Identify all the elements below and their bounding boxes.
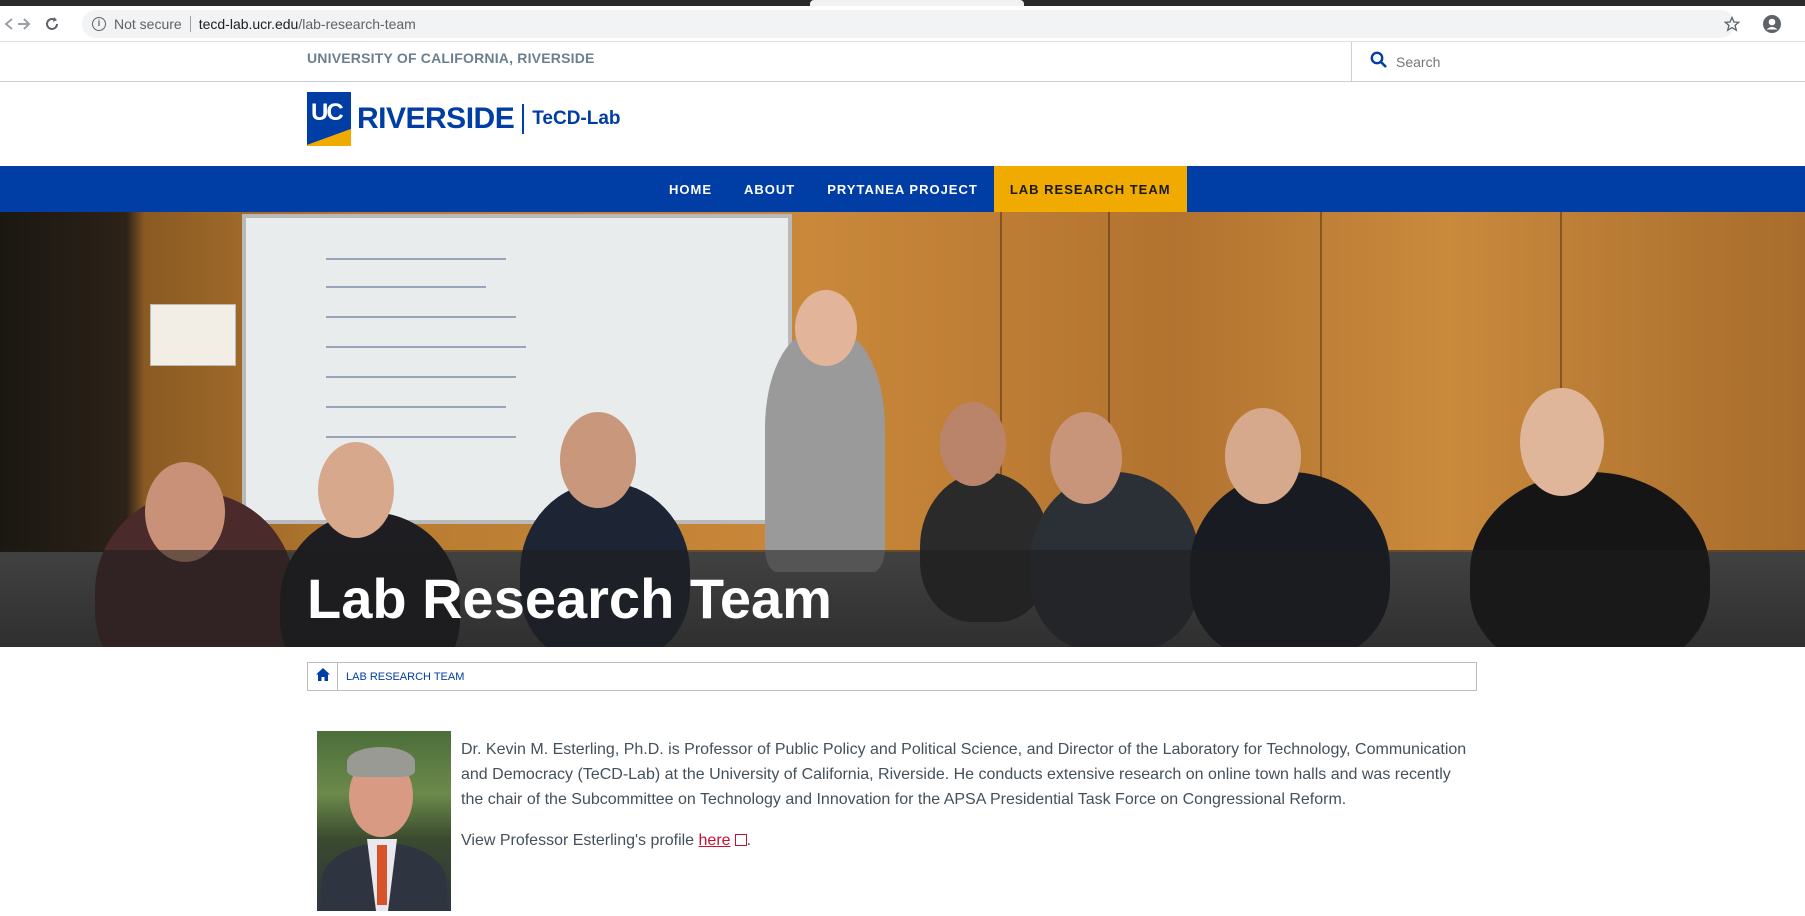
- nav-item-lab-research-team[interactable]: LAB RESEARCH TEAM: [993, 166, 1187, 212]
- hero-banner: Lab Research Team: [0, 212, 1805, 647]
- breadcrumb-current: LAB RESEARCH TEAM: [346, 670, 465, 683]
- uc-logo-mark: UC: [307, 92, 351, 146]
- header-logo-row: UC RIVERSIDE TeCD-Lab: [0, 82, 1805, 166]
- breadcrumb: LAB RESEARCH TEAM: [307, 662, 1477, 691]
- info-icon[interactable]: i: [92, 17, 106, 31]
- team-member-head: [1520, 388, 1604, 496]
- riverside-wordmark: RIVERSIDE: [357, 102, 515, 135]
- url-host: tecd-lab.ucr.edu: [198, 16, 299, 32]
- url-path: /lab-research-team: [298, 16, 416, 32]
- team-member-head: [795, 290, 857, 366]
- profile-suffix: .: [746, 832, 752, 849]
- security-label: Not secure: [114, 16, 182, 32]
- profile-paragraph: View Professor Esterling's profile here.: [461, 828, 1477, 853]
- nav-item-home[interactable]: HOME: [653, 166, 728, 212]
- search-input[interactable]: [1396, 54, 1696, 70]
- portrait-hair: [347, 747, 415, 777]
- profile-link[interactable]: here: [699, 832, 731, 849]
- main-navigation: HOME ABOUT PRYTANEA PROJECT LAB RESEARCH…: [0, 166, 1805, 212]
- team-member-head: [1225, 408, 1301, 504]
- team-member-head: [940, 402, 1006, 486]
- logo-divider: [522, 104, 525, 134]
- url-separator: [189, 16, 191, 32]
- team-member-figure: [765, 332, 885, 572]
- forward-icon[interactable]: [14, 14, 34, 34]
- university-name-link[interactable]: UNIVERSITY OF CALIFORNIA, RIVERSIDE: [307, 50, 595, 66]
- hero-title-overlay: [0, 550, 1805, 647]
- address-bar[interactable]: i Not secure tecd-lab.ucr.edu/lab-resear…: [82, 10, 1735, 38]
- breadcrumb-home[interactable]: [308, 663, 338, 690]
- external-link-icon: [734, 833, 747, 846]
- professor-portrait: [317, 731, 451, 911]
- nav-item-about[interactable]: ABOUT: [728, 166, 811, 212]
- portrait-tie: [377, 845, 387, 905]
- site-name: TeCD-Lab: [532, 108, 621, 129]
- bio-paragraph: Dr. Kevin M. Esterling, Ph.D. is Profess…: [461, 741, 1467, 808]
- reload-icon[interactable]: [42, 14, 62, 34]
- team-member-head: [560, 412, 636, 508]
- team-member-head: [318, 442, 394, 538]
- site-search: [1351, 42, 1805, 82]
- search-icon[interactable]: [1370, 51, 1388, 74]
- professor-bio: Dr. Kevin M. Esterling, Ph.D. is Profess…: [461, 737, 1477, 869]
- profile-prefix: View Professor Esterling's profile: [461, 832, 699, 849]
- team-member-head: [1050, 412, 1122, 504]
- team-member-head: [145, 462, 225, 562]
- profile-avatar-icon[interactable]: [1762, 14, 1782, 34]
- browser-toolbar: i Not secure tecd-lab.ucr.edu/lab-resear…: [0, 6, 1805, 42]
- home-icon: [315, 667, 331, 687]
- bookmark-star-icon[interactable]: [1722, 14, 1742, 34]
- site-logo[interactable]: UC RIVERSIDE TeCD-Lab: [307, 92, 621, 146]
- page-title: Lab Research Team: [307, 567, 832, 630]
- wall-sign: [150, 304, 236, 366]
- nav-item-prytanea-project[interactable]: PRYTANEA PROJECT: [811, 166, 994, 212]
- uc-logo-letters: UC: [311, 99, 344, 126]
- university-strip: UNIVERSITY OF CALIFORNIA, RIVERSIDE: [0, 42, 1805, 82]
